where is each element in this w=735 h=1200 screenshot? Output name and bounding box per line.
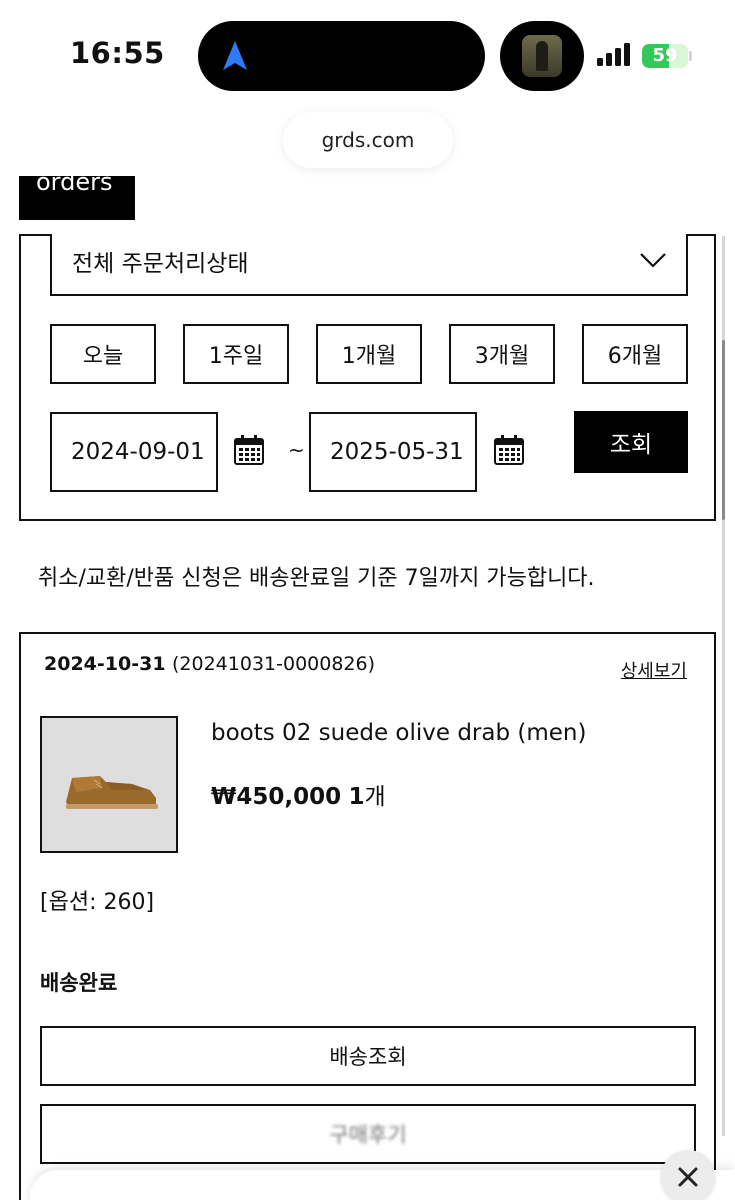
period-1week-button[interactable]: 1주일: [183, 324, 289, 384]
product-name[interactable]: boots 02 suede olive drab (men): [211, 720, 586, 746]
boot-image: [42, 718, 176, 851]
track-shipment-button[interactable]: 배송조회: [40, 1026, 696, 1086]
return-policy-notice: 취소/교환/반품 신청은 배송완료일 기준 7일까지 가능합니다.: [38, 566, 595, 591]
product-price-quantity: ₩450,000 1개: [211, 777, 386, 811]
scrollbar-thumb[interactable]: [722, 340, 725, 520]
calendar-icon[interactable]: [233, 434, 265, 466]
date-from-input[interactable]: 2024-09-01: [50, 412, 218, 492]
battery-icon: 59: [642, 44, 688, 68]
date-range-separator: ~: [288, 438, 305, 462]
close-icon: [678, 1167, 698, 1187]
order-status-select[interactable]: 전체 주문처리상태: [50, 234, 688, 296]
review-button-container[interactable]: 구매후기: [40, 1104, 696, 1164]
orders-tab-label: orders: [36, 176, 113, 196]
order-status-select-value: 전체 주문처리상태: [72, 251, 249, 277]
shipping-status: 배송완료: [40, 971, 118, 995]
close-button[interactable]: [661, 1150, 715, 1200]
url-bar[interactable]: grds.com: [283, 112, 453, 168]
order-date: 2024-10-31: [44, 653, 166, 675]
order-card: 2024-10-31 (20241031-0000826) 상세보기 boots…: [19, 632, 716, 1200]
period-3months-button[interactable]: 3개월: [449, 324, 555, 384]
period-today-button[interactable]: 오늘: [50, 324, 156, 384]
chevron-down-icon: [640, 253, 666, 268]
product-image[interactable]: [40, 716, 178, 853]
order-number: (20241031-0000826): [172, 653, 376, 675]
product-quantity: 1: [348, 784, 365, 810]
product-price: ₩450,000: [211, 784, 342, 810]
signal-icon: [597, 43, 630, 66]
product-option: [옵션: 260]: [40, 890, 155, 915]
orders-tab[interactable]: orders: [19, 176, 135, 220]
period-6months-button[interactable]: 6개월: [582, 324, 688, 384]
battery-percentage: 59: [652, 45, 678, 66]
calendar-icon[interactable]: [493, 434, 525, 466]
battery-cap: [689, 51, 692, 61]
location-arrow-icon: [223, 41, 247, 70]
status-time: 16:55: [70, 36, 165, 70]
dynamic-island: [198, 21, 485, 91]
now-playing-thumbnail[interactable]: [500, 21, 584, 91]
product-quantity-unit: 개: [364, 784, 386, 810]
order-detail-link[interactable]: 상세보기: [621, 657, 687, 683]
order-filter-panel: 전체 주문처리상태 오늘 1주일 1개월 3개월 6개월 2024-09-01 …: [19, 234, 716, 521]
write-review-button: 구매후기: [329, 1123, 407, 1147]
period-1month-button[interactable]: 1개월: [316, 324, 422, 384]
date-to-input[interactable]: 2025-05-31: [309, 412, 477, 492]
search-button[interactable]: 조회: [574, 411, 688, 473]
bottom-toolbar-sheet: [30, 1170, 735, 1200]
thumbnail-image: [522, 35, 562, 77]
status-bar: 16:55 59: [0, 0, 735, 110]
